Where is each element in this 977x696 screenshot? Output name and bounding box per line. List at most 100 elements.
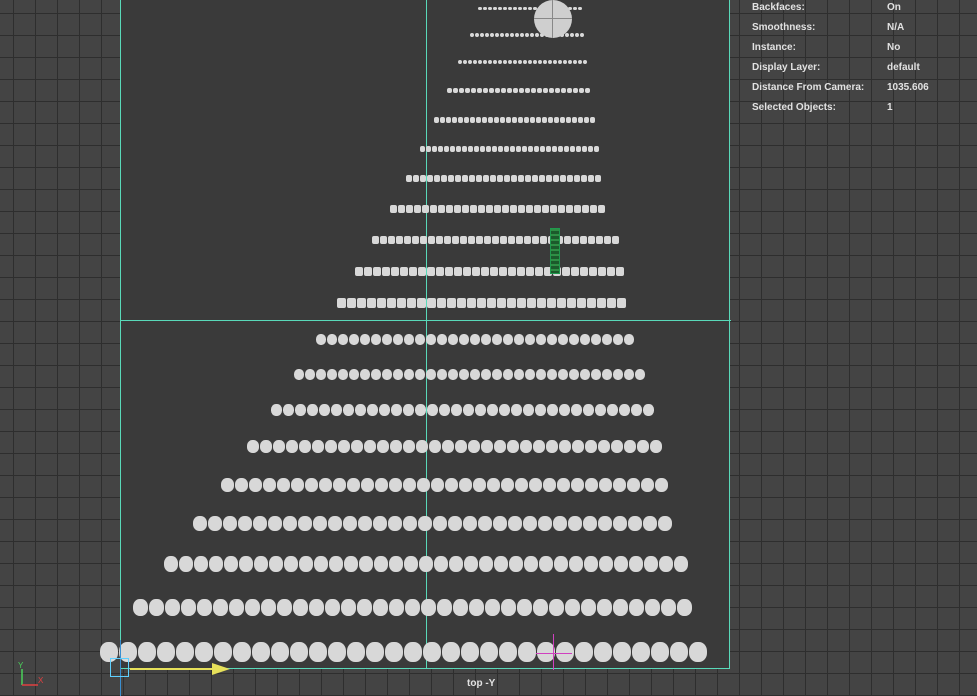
hud-value: 1035.606: [887, 82, 929, 93]
tree-ring-block: [580, 33, 584, 37]
tree-tier[interactable]: [470, 33, 585, 37]
tree-ring-block: [495, 33, 499, 37]
tree-ring-block: [493, 7, 497, 10]
tree-ring-block: [375, 478, 388, 492]
tree-ring-block: [434, 175, 440, 182]
tree-ring-block: [427, 404, 438, 416]
tree-ring-block: [157, 642, 175, 662]
tree-ring-block: [677, 599, 692, 616]
tree-tier[interactable]: [434, 117, 598, 123]
tree-ring-block: [382, 334, 392, 345]
tree-ring-block: [420, 175, 426, 182]
tree-tier[interactable]: [193, 516, 683, 531]
tree-ring-block: [619, 404, 630, 416]
tree-ring-block: [581, 599, 596, 616]
tree-ring-block: [478, 60, 482, 64]
tree-ring-block: [431, 478, 444, 492]
tree-ring-block: [577, 298, 586, 308]
tree-ring-block: [449, 556, 463, 572]
tree-ring-block: [540, 236, 547, 244]
tree-tier[interactable]: [337, 298, 633, 308]
tree-ring-block: [494, 117, 499, 123]
tree-ring-block: [543, 478, 556, 492]
tree-ring-block: [583, 516, 597, 531]
tree-tier[interactable]: [164, 556, 694, 572]
tree-ring-block: [214, 642, 232, 662]
tree-tier[interactable]: [271, 404, 657, 416]
tree-ring-block: [481, 369, 491, 380]
tree-tier[interactable]: [247, 440, 665, 453]
tree-ring-block: [333, 478, 346, 492]
tree-ring-block: [463, 60, 467, 64]
tree-ring-block: [569, 556, 583, 572]
hud-row-distance: Distance From Camera: 1035.606: [752, 80, 972, 100]
tree-tier[interactable]: [390, 205, 612, 213]
tree-ring-block: [571, 267, 579, 276]
tree-ring-block: [283, 404, 294, 416]
tree-ring-block: [329, 556, 343, 572]
tree-ring-block: [535, 404, 546, 416]
tree-ring-block: [416, 440, 428, 453]
tree-ring-block: [573, 7, 577, 10]
tree-ring-block: [508, 516, 522, 531]
tree-ring-block: [689, 642, 707, 662]
tree-ring-block: [582, 205, 589, 213]
tree-ring-block: [505, 33, 509, 37]
tree-ring-block: [417, 298, 426, 308]
tree-ring-block: [613, 599, 628, 616]
tree-ring-block: [420, 146, 425, 152]
tree-ring-block: [570, 33, 574, 37]
manipulator-pivot-vertical[interactable]: [553, 634, 554, 670]
tree-ring-block: [460, 236, 467, 244]
tree-ring-block: [465, 88, 470, 93]
tree-ring-block: [597, 298, 606, 308]
sphere-topper-icon[interactable]: [534, 0, 572, 38]
tree-ring-block: [631, 404, 642, 416]
tree-ring-block: [470, 334, 480, 345]
tree-ring-block: [387, 298, 396, 308]
tree-tier[interactable]: [133, 599, 707, 616]
tree-ring-block: [337, 298, 346, 308]
tree-ring-block: [575, 33, 579, 37]
tree-tier[interactable]: [316, 334, 640, 345]
tree-ring-block: [530, 117, 535, 123]
tree-ring-block: [580, 236, 587, 244]
ornament-icon[interactable]: [550, 228, 560, 274]
tree-ring-block: [637, 440, 649, 453]
manipulator-pivot-icon[interactable]: [536, 653, 572, 654]
tree-tier[interactable]: [458, 60, 588, 64]
tree-ring-block: [565, 599, 580, 616]
tree-tier[interactable]: [100, 642, 720, 662]
tree-ring-block: [418, 516, 432, 531]
tree-ring-block: [437, 334, 447, 345]
tree-ring-block: [518, 205, 525, 213]
tree-ring-block: [268, 516, 282, 531]
tree-ring-block: [293, 599, 308, 616]
tree-ring-block: [526, 267, 534, 276]
tree-ring-block: [463, 516, 477, 531]
tree-tier[interactable]: [447, 88, 593, 93]
tree-ring-block: [613, 334, 623, 345]
tree-ring-block: [594, 642, 612, 662]
svg-text:Y: Y: [18, 661, 24, 670]
tree-ring-block: [486, 205, 493, 213]
tree-tier[interactable]: [355, 267, 627, 276]
tree-ring-block: [507, 88, 512, 93]
tree-tier[interactable]: [406, 175, 606, 182]
tree-ring-block: [547, 369, 557, 380]
tree-tier[interactable]: [294, 369, 648, 380]
tree-ring-block: [391, 404, 402, 416]
tree-ring-block: [494, 556, 508, 572]
tree-tier[interactable]: [372, 236, 620, 244]
viewport-panel[interactable]: Y X Backfaces: On Smoothness: N/A Instan…: [0, 0, 977, 696]
tree-ring-block: [513, 7, 517, 10]
tree-ring-block: [641, 478, 654, 492]
tree-ring-block: [546, 175, 552, 182]
tree-tier[interactable]: [221, 478, 675, 492]
tree-tier[interactable]: [420, 146, 604, 152]
tree-ring-block: [291, 478, 304, 492]
tree-ring-block: [446, 205, 453, 213]
tree-ring-block: [513, 88, 518, 93]
tree-ring-block: [517, 267, 525, 276]
camera-icon[interactable]: [110, 658, 129, 677]
